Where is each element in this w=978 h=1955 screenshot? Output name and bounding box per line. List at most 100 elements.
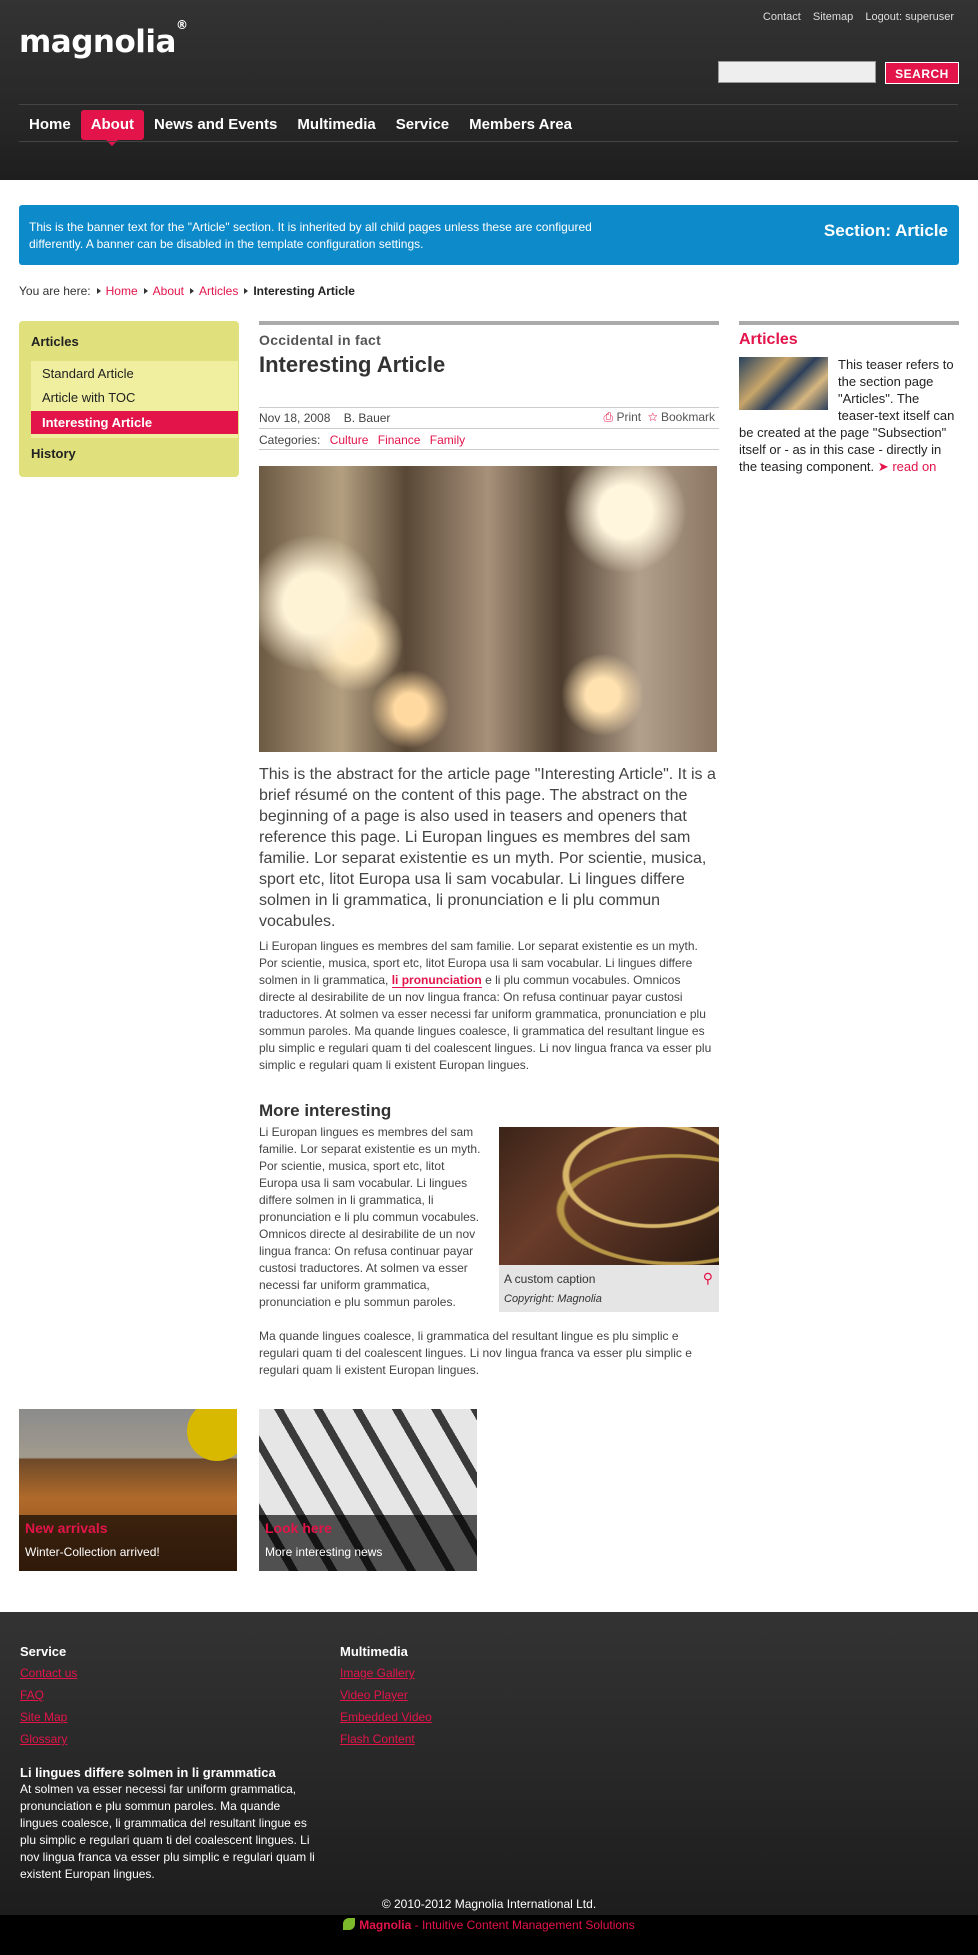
sidebar-heading-articles[interactable]: Articles [31,334,79,349]
article-kicker: Occidental in fact [259,332,382,348]
article-hero-image [259,466,717,752]
teaser-caption: Look here More interesting news [259,1515,477,1571]
sidebar-heading-history[interactable]: History [31,446,76,461]
section-navigation: Articles Standard Article Article with T… [19,321,239,477]
nav-service[interactable]: Service [386,110,459,140]
footer-heading: Service [20,1644,67,1659]
category-link-finance[interactable]: Finance [378,433,421,447]
breadcrumb-prefix: You are here: [19,284,91,298]
article-subheading: More interesting [259,1101,392,1120]
footer-text: At solmen va esser necessi far uniform g… [20,1782,315,1881]
figure-copyright: Copyright: Magnolia [504,1293,602,1305]
magnolia-logo[interactable]: magnolia® [19,18,188,60]
banner-title: Section: Article [823,221,948,240]
pronunciation-link[interactable]: li pronunciation [391,973,482,988]
teaser-top-bar [739,321,959,325]
footer-brand-bar: Magnolia - Intuitive Content Management … [0,1915,978,1955]
read-on-link[interactable]: read on [892,459,936,474]
article-figure: A custom caption ⚲ Copyright: Magnolia [499,1127,719,1312]
breadcrumb-current: Interesting Article [253,284,355,298]
breadcrumb: You are here: Home About Articles Interestin… [19,284,355,298]
section-banner: This is the banner text for the "Article… [19,205,959,265]
article-body-end: Ma quande lingues coalesce, li grammatic… [259,1329,692,1377]
thumbnail-spacer [739,356,838,408]
article-date: Nov 18, 2008 [259,411,331,425]
bookmark-link[interactable]: Bookmark [661,410,715,424]
nav-divider-bottom [19,141,958,142]
nav-home[interactable]: Home [19,110,81,140]
breadcrumb-arrow-icon [96,288,101,294]
footer-multimedia-column: Multimedia Image Gallery Video Player Em… [340,1644,432,1753]
article-body-more: Li Europan lingues es membres del sam fa… [259,1125,481,1309]
footer-link-faq[interactable]: FAQ [20,1687,77,1703]
breadcrumb-home[interactable]: Home [106,284,138,298]
figure-image[interactable] [499,1127,719,1265]
promo-teaser-new-arrivals[interactable]: New arrivals Winter-Collection arrived! [19,1409,237,1571]
search-button[interactable]: SEARCH [885,62,959,84]
footer-link-site-map[interactable]: Site Map [20,1709,77,1725]
article-dateline: Nov 18, 2008 B. Bauer [259,411,390,425]
print-icon[interactable]: ⎙ [604,410,614,424]
sidebar-item-standard-article[interactable]: Standard Article [42,366,134,381]
category-link-family[interactable]: Family [430,433,465,447]
contact-link[interactable]: Contact [763,11,801,23]
article-title: Interesting Article [259,352,446,377]
logout-link[interactable]: Logout: superuser [865,11,954,23]
sitemap-link[interactable]: Sitemap [813,11,853,23]
meta-divider [259,428,719,429]
nav-divider-top [19,104,958,105]
main-navigation: Home About News and Events Multimedia Se… [19,110,582,146]
copyright: © 2010-2012 Magnolia International Ltd. [381,1897,597,1911]
footer-heading: Multimedia [340,1644,408,1659]
footer-link-image-gallery[interactable]: Image Gallery [340,1665,432,1681]
nav-multimedia[interactable]: Multimedia [287,110,385,140]
magnolia-brand-link[interactable]: Magnolia [359,1918,411,1932]
footer-link-contact-us[interactable]: Contact us [20,1665,77,1681]
sidebar-item-article-with-toc[interactable]: Article with TOC [42,390,135,405]
article-tools: ⎙ Print ☆ Bookmark [604,410,715,425]
figure-caption: A custom caption [504,1272,596,1286]
breadcrumb-arrow-icon [244,288,249,294]
sidebar-item-interesting-article[interactable]: Interesting Article [31,411,238,434]
nav-members-area[interactable]: Members Area [459,110,582,140]
article-categories: Categories: Culture Finance Family [259,433,465,447]
nav-news-and-events[interactable]: News and Events [144,110,287,140]
article-top-bar [259,321,719,325]
breadcrumb-about[interactable]: About [153,284,184,298]
breadcrumb-articles[interactable]: Articles [199,284,238,298]
print-link[interactable]: Print [616,410,641,424]
site-footer: Service Contact us FAQ Site Map Glossary… [0,1612,978,1955]
category-link-culture[interactable]: Culture [330,433,369,447]
brand-tagline-link[interactable]: - Intuitive Content Management Solutions [415,1918,635,1932]
teaser-caption: New arrivals Winter-Collection arrived! [19,1515,237,1571]
breadcrumb-arrow-icon [190,288,194,294]
banner-text: This is the banner text for the "Article… [29,220,592,251]
footer-link-video-player[interactable]: Video Player [340,1687,432,1703]
footer-link-flash-content[interactable]: Flash Content [340,1731,432,1747]
teaser-title[interactable]: Look here [265,1520,332,1536]
meta-divider [259,407,719,408]
nav-about[interactable]: About [80,110,145,146]
footer-link-embedded-video[interactable]: Embedded Video [340,1709,432,1725]
breadcrumb-arrow-icon [143,288,148,294]
bookmark-star-icon[interactable]: ☆ [648,410,658,424]
footer-link-glossary[interactable]: Glossary [20,1731,77,1747]
search-input[interactable] [718,61,876,83]
site-header: magnolia® Contact Sitemap Logout: superu… [0,0,978,180]
meta-navigation: Contact Sitemap Logout: superuser [754,11,954,23]
teaser-subtitle: More interesting news [265,1545,383,1559]
teaser-heading[interactable]: Articles [739,331,798,349]
article-body: Li Europan lingues es membres del sam fa… [259,938,719,1074]
teaser-subtitle: Winter-Collection arrived! [25,1545,160,1559]
body-text: e li plu commun vocabules. Omnicos direc… [259,973,712,1072]
footer-text-heading: Li lingues differe solmen in li grammati… [20,1765,276,1780]
teaser-title[interactable]: New arrivals [25,1520,108,1536]
promo-teaser-look-here[interactable]: Look here More interesting news [259,1409,477,1571]
logo-text: magnolia [19,24,176,60]
magnolia-leaf-icon [343,1918,356,1930]
sidebar-item-label: Interesting Article [42,415,153,430]
footer-text-block: Li lingues differe solmen in li grammati… [20,1764,320,1883]
read-on-arrow-icon[interactable]: ➤ [878,459,889,474]
meta-divider [259,449,719,450]
zoom-magnifier-icon[interactable]: ⚲ [703,1270,713,1287]
